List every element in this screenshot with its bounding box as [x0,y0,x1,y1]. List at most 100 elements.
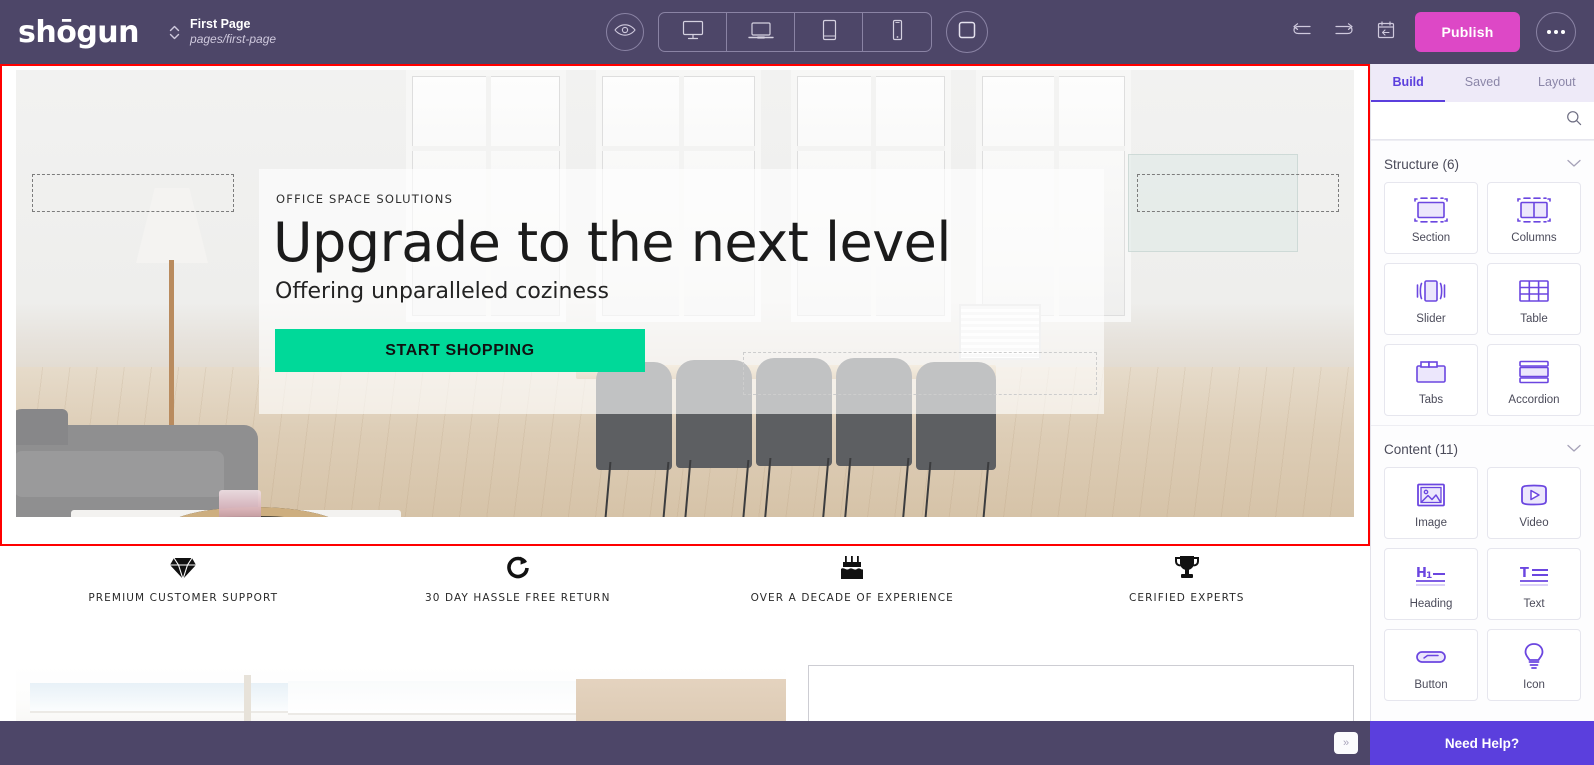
chevron-down-icon[interactable] [1567,155,1581,173]
photo-candy-jar [219,490,261,517]
version-history-button[interactable] [1373,19,1399,45]
device-button-laptop[interactable] [727,13,795,51]
tile-label: Slider [1416,312,1446,325]
tile-section[interactable]: Section [1384,182,1478,254]
need-help-button[interactable]: Need Help? [1370,721,1594,765]
tile-button[interactable]: Button [1384,629,1478,701]
search-input[interactable] [1383,113,1566,128]
tile-table[interactable]: Table [1487,263,1581,335]
photo-skylight-right [288,681,588,715]
feature-label: 30 DAY HASSLE FREE RETURN [424,592,611,604]
feature-label: OVER A DECADE OF EXPERIENCE [750,592,954,604]
hero-section[interactable]: OFFICE SPACE SOLUTIONS Upgrade to the ne… [16,70,1354,517]
tab-build[interactable]: Build [1371,64,1446,102]
hero-heading[interactable]: Upgrade to the next level [273,211,951,274]
tile-tabs[interactable]: Tabs [1384,344,1478,416]
sidebar-panel-body: Structure (6) Section Columns Slider Tab… [1371,140,1594,721]
tile-label: Table [1520,312,1548,325]
more-options-button[interactable] [1536,12,1576,52]
sidebar-search-bar[interactable] [1371,102,1594,140]
page-meta: First Page pages/first-page [190,17,276,48]
accordion-icon [1516,355,1552,389]
collapse-panel-button[interactable]: » [1334,732,1358,754]
feature-item[interactable]: OVER A DECADE OF EXPERIENCE [685,553,1020,629]
tile-video[interactable]: Video [1487,467,1581,539]
tile-label: Video [1519,516,1549,529]
fullscreen-toggle-button[interactable] [946,11,988,53]
device-button-tablet[interactable] [795,13,863,51]
slider-icon [1412,274,1450,308]
empty-content-box[interactable] [808,665,1354,721]
laptop-icon [747,18,775,47]
feature-item[interactable]: CERIFIED EXPERTS [1020,553,1355,629]
tile-icon[interactable]: Icon [1487,629,1581,701]
tile-accordion[interactable]: Accordion [1487,344,1581,416]
publish-button[interactable]: Publish [1415,12,1520,52]
group-title: Content (11) [1384,441,1459,457]
tab-layout[interactable]: Layout [1520,64,1594,102]
tile-heading[interactable]: H 1 Heading [1384,548,1478,620]
tile-label: Heading [1409,597,1453,610]
trophy-icon [1174,553,1200,583]
lower-image-block[interactable] [16,665,786,721]
photo-warm-wall [576,679,786,721]
svg-text:T: T [1520,566,1529,581]
tile-label: Icon [1523,678,1545,691]
shogun-page-builder: shōgun First Page pages/first-page Publi… [0,0,1594,765]
lower-content-row [16,665,1354,721]
hero-subheading[interactable]: Offering unparalleled coziness [275,279,609,304]
photo-floor-lamp-pole [169,260,174,435]
chevron-down-icon[interactable] [1567,440,1581,458]
brand-area: shōgun First Page pages/first-page [0,17,276,48]
tile-label: Columns [1511,231,1557,244]
hero-text-block[interactable]: OFFICE SPACE SOLUTIONS Upgrade to the ne… [259,169,1104,414]
tile-label: Button [1414,678,1448,691]
tile-label: Image [1415,516,1447,529]
redo-button[interactable] [1331,19,1357,45]
drop-zone-right[interactable] [1137,174,1339,212]
drop-zone-left[interactable] [32,174,234,212]
tile-label: Text [1523,597,1545,610]
sidebar-tabs: Build Saved Layout [1371,64,1594,102]
feature-label: PREMIUM CUSTOMER SUPPORT [88,592,279,604]
feature-label: CERIFIED EXPERTS [1128,592,1245,604]
rounded-square-icon [957,20,977,45]
features-row: PREMIUM CUSTOMER SUPPORT 30 DAY HASSLE F… [16,547,1354,629]
page-switcher[interactable]: First Page pages/first-page [169,17,276,48]
structure-tile-grid: Section Columns Slider Table Tabs Accord… [1371,182,1594,425]
text-icon: T [1515,559,1553,593]
tile-text[interactable]: T Text [1487,548,1581,620]
start-shopping-button[interactable]: START SHOPPING [275,329,645,372]
preview-button[interactable] [606,13,644,51]
feature-item[interactable]: 30 DAY HASSLE FREE RETURN [351,553,686,629]
tile-image[interactable]: Image [1384,467,1478,539]
device-selector [658,12,932,52]
device-button-desktop[interactable] [659,13,727,51]
center-tools [606,11,988,53]
bottom-bar: » Need Help? [0,721,1594,765]
mobile-icon [888,17,906,48]
page-canvas[interactable]: OFFICE SPACE SOLUTIONS Upgrade to the ne… [0,64,1370,721]
section-icon [1412,193,1450,227]
tile-slider[interactable]: Slider [1384,263,1478,335]
canvas-scroll-area[interactable]: OFFICE SPACE SOLUTIONS Upgrade to the ne… [0,64,1370,721]
tile-label: Tabs [1418,393,1444,406]
refresh-icon [504,553,532,583]
search-icon[interactable] [1566,110,1582,131]
button-icon [1412,640,1450,674]
tab-saved[interactable]: Saved [1445,64,1519,102]
feature-item[interactable]: PREMIUM CUSTOMER SUPPORT [16,553,351,629]
page-path: pages/first-page [190,32,277,47]
tile-columns[interactable]: Columns [1487,182,1581,254]
cake-icon [837,553,867,583]
device-button-mobile[interactable] [863,13,931,51]
undo-button[interactable] [1289,19,1315,45]
tablet-icon [818,17,840,48]
group-header-structure[interactable]: Structure (6) [1371,140,1594,182]
shogun-logo: shōgun [18,15,140,50]
columns-icon [1515,193,1553,227]
group-header-content[interactable]: Content (11) [1371,425,1594,467]
redo-icon [1333,22,1355,43]
svg-text:1: 1 [1426,571,1432,581]
table-icon [1516,274,1552,308]
